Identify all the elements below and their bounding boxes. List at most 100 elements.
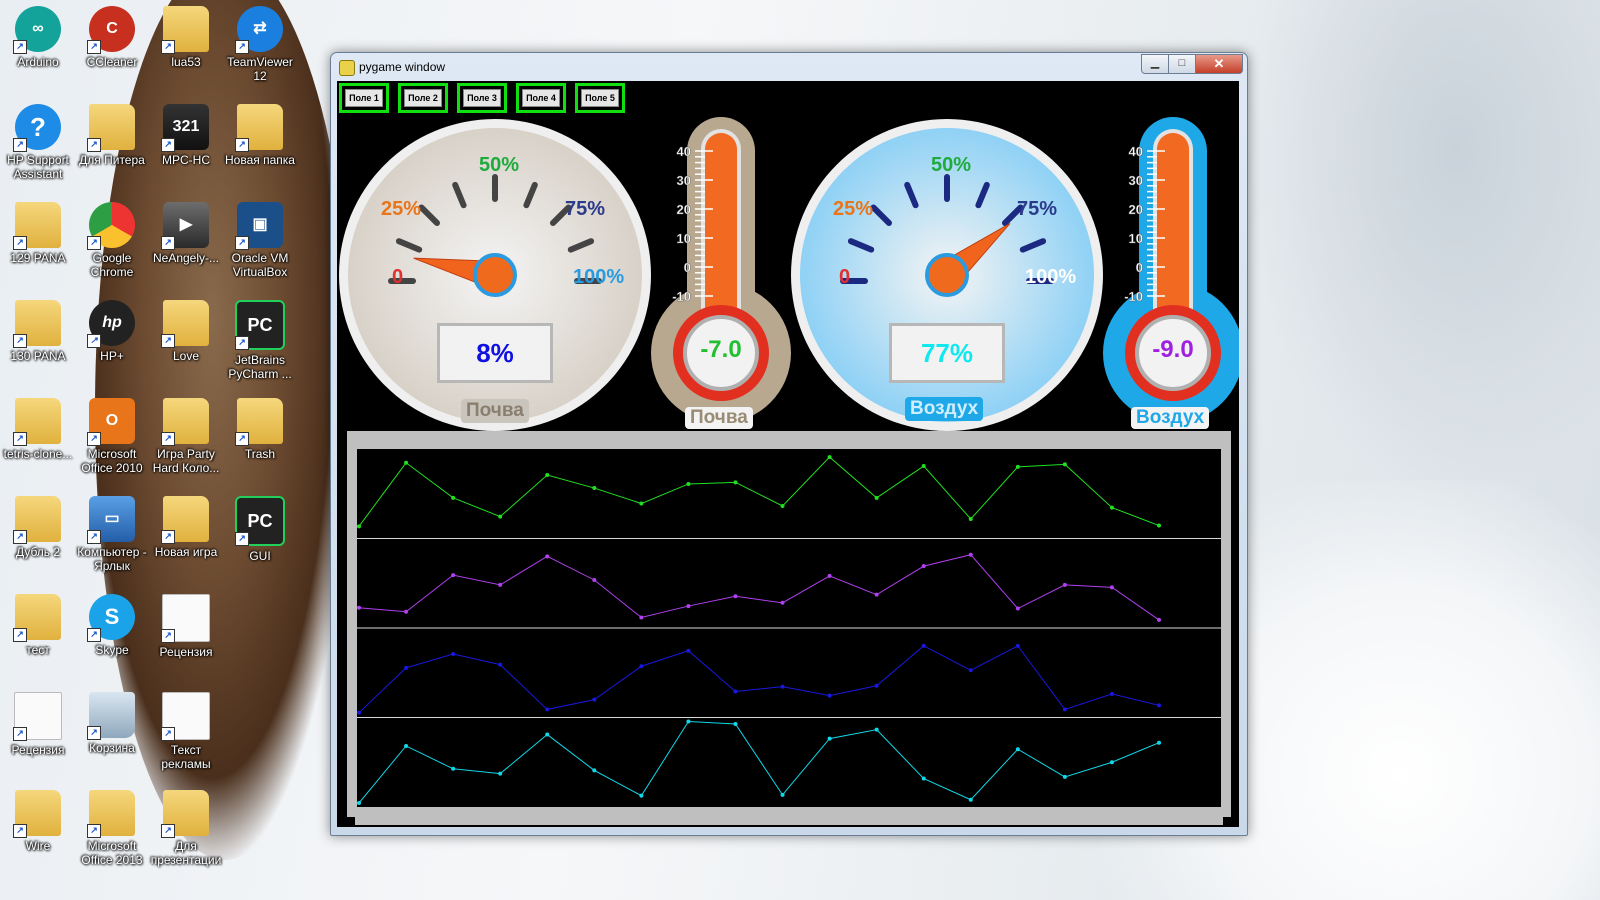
series-point xyxy=(592,768,597,773)
desktop-icon-label: Microsoft Office 2010 xyxy=(81,447,143,475)
shortcut-arrow-icon: ↗ xyxy=(13,824,27,838)
close-button[interactable]: ✕ xyxy=(1195,54,1243,74)
folder-icon: ↗ xyxy=(235,398,283,446)
shortcut-arrow-icon: ↗ xyxy=(161,530,175,544)
gauge-hub xyxy=(925,253,969,297)
tab-field-1[interactable]: Поле 1 xyxy=(339,83,389,113)
maximize-button[interactable]: □ xyxy=(1168,54,1196,74)
series-point xyxy=(827,573,832,578)
desktop-icon-label: GUI xyxy=(249,549,271,563)
desktop-icon-label: Для презентации xyxy=(150,839,222,867)
series-line-2 xyxy=(358,554,1160,621)
series-point xyxy=(498,514,503,519)
desktop-icon[interactable]: ↗ tetris-clone... xyxy=(0,398,76,461)
desktop-icon[interactable]: ↗ Новая папка xyxy=(222,104,298,167)
desktop-icon[interactable]: PC ↗ JetBrains PyCharm ... xyxy=(222,300,298,381)
desktop-icon[interactable]: ▶ ↗ NeAngely-... xyxy=(148,202,224,265)
desktop-icon[interactable]: ↗ Для презентации xyxy=(148,790,224,867)
desktop-icon-label: TeamViewer 12 xyxy=(227,55,293,83)
thermometer-value: -7.0 xyxy=(700,336,742,363)
gauge-label-100: 100% xyxy=(573,266,624,288)
series-point xyxy=(545,554,550,559)
desktop-icon[interactable]: ↗ Google Chrome xyxy=(74,202,150,279)
desktop-icon-label: Компьютер - Ярлык xyxy=(77,545,147,573)
desktop-icon[interactable]: ↗ lua53 xyxy=(148,6,224,69)
virtualbox-icon: ▣ ↗ xyxy=(235,202,283,250)
tab-field-5[interactable]: Поле 5 xyxy=(575,83,625,113)
series-line-4 xyxy=(358,720,1160,804)
desktop-icon[interactable]: O ↗ Microsoft Office 2010 xyxy=(74,398,150,475)
thermometer-scale-label: 10 xyxy=(677,231,691,246)
series-point xyxy=(639,615,644,620)
series-point xyxy=(921,776,926,781)
desktop-icon-label: Рецензия xyxy=(11,743,65,757)
desktop-icon[interactable]: ↗ Love xyxy=(148,300,224,363)
desktop-icon[interactable]: ↗ Для Питера xyxy=(74,104,150,167)
icon-glyph: ? xyxy=(30,112,46,142)
desktop-icon[interactable]: ? ↗ HP Support Assistant xyxy=(0,104,76,181)
icon-glyph: ▶ xyxy=(179,216,193,233)
tab-label: Поле 3 xyxy=(463,89,501,107)
desktop-icon[interactable]: ↗ Игра Party Hard Коло... xyxy=(148,398,224,475)
desktop-icon[interactable]: S ↗ Skype xyxy=(74,594,150,657)
pygame-icon xyxy=(339,60,355,76)
series-point xyxy=(1109,585,1114,590)
series-point xyxy=(733,721,738,726)
desktop-icon[interactable]: ▣ ↗ Oracle VM VirtualBox xyxy=(222,202,298,279)
desktop-icon[interactable]: ⇄ ↗ TeamViewer 12 xyxy=(222,6,298,83)
series-line-3 xyxy=(358,645,1160,714)
desktop-icon-label: Wire xyxy=(25,839,51,853)
desktop-icon[interactable]: ↗ Рецензия xyxy=(148,594,224,659)
series-point xyxy=(968,552,973,557)
series-point xyxy=(780,684,785,689)
icon-glyph: C xyxy=(106,20,118,37)
folder-icon: ↗ xyxy=(161,6,209,54)
shortcut-arrow-icon: ↗ xyxy=(161,334,175,348)
computer-icon: ▭ ↗ xyxy=(87,496,135,544)
minimize-button[interactable]: ▁ xyxy=(1141,54,1169,74)
tab-field-3[interactable]: Поле 3 xyxy=(457,83,507,113)
series-point xyxy=(357,801,361,805)
desktop-icon[interactable]: ↗ Рецензия xyxy=(0,692,76,757)
desktop-icon[interactable]: ↗ тест xyxy=(0,594,76,657)
desktop-icon[interactable]: ↗ Wire xyxy=(0,790,76,853)
icon-glyph: O xyxy=(105,412,119,429)
desktop-icon[interactable]: ↗ Новая игра xyxy=(148,496,224,559)
series-point xyxy=(639,501,644,506)
desktop-icon[interactable]: ↗ Дубль 2 xyxy=(0,496,76,559)
series-point xyxy=(921,464,926,469)
series-point xyxy=(1015,747,1020,752)
desktop-icon[interactable]: ↗ Trash xyxy=(222,398,298,461)
folder-icon: ↗ xyxy=(13,202,61,250)
desktop-icon[interactable]: C ↗ CCleaner xyxy=(74,6,150,69)
tab-field-4[interactable]: Поле 4 xyxy=(516,83,566,113)
icon-glyph: ⇄ xyxy=(253,20,267,37)
series-point xyxy=(874,592,879,597)
thermometer-scale-label: 0 xyxy=(1136,260,1143,275)
desktop-icon-label: JetBrains PyCharm ... xyxy=(228,353,292,381)
desktop-icon[interactable]: ↗ 130 PANA xyxy=(0,300,76,363)
series-point xyxy=(827,693,832,698)
pygame-window[interactable]: pygame window ▁ □ ✕ Поле 1 Поле 2 Поле 3… xyxy=(330,52,1248,836)
thermometer-body: 40 30 20 10 0 -10 xyxy=(1103,117,1239,423)
desktop-icon[interactable]: ↗ Microsoft Office 2013 xyxy=(74,790,150,867)
thermometer-scale-label: 0 xyxy=(684,260,691,275)
desktop-icon[interactable]: ∞ ↗ Arduino xyxy=(0,6,76,69)
desktop-icon[interactable]: ↗ Корзина xyxy=(74,692,150,755)
series-point xyxy=(545,707,550,712)
tab-field-2[interactable]: Поле 2 xyxy=(398,83,448,113)
series-point xyxy=(592,697,597,702)
pygame-canvas[interactable]: Поле 1 Поле 2 Поле 3 Поле 4 Поле 5 0 25%… xyxy=(337,81,1239,827)
series-point xyxy=(451,652,456,657)
desktop-icon[interactable]: 321 ↗ MPC-HC xyxy=(148,104,224,167)
shortcut-arrow-icon: ↗ xyxy=(161,727,175,741)
desktop-icon[interactable]: ▭ ↗ Компьютер - Ярлык xyxy=(74,496,150,573)
desktop-icon[interactable]: ↗ Текст рекламы xyxy=(148,692,224,771)
desktop-icon[interactable]: ↗ 129 PANA xyxy=(0,202,76,265)
desktop-icon-label: MPC-HC xyxy=(162,153,210,167)
gauge-label-50: 50% xyxy=(479,154,519,176)
desktop-icon[interactable]: hp ↗ HP+ xyxy=(74,300,150,363)
desktop-icon[interactable]: PC ↗ GUI xyxy=(222,496,298,563)
title-bar[interactable]: pygame window ▁ □ ✕ xyxy=(331,53,1247,81)
document-icon: ↗ xyxy=(161,692,210,741)
